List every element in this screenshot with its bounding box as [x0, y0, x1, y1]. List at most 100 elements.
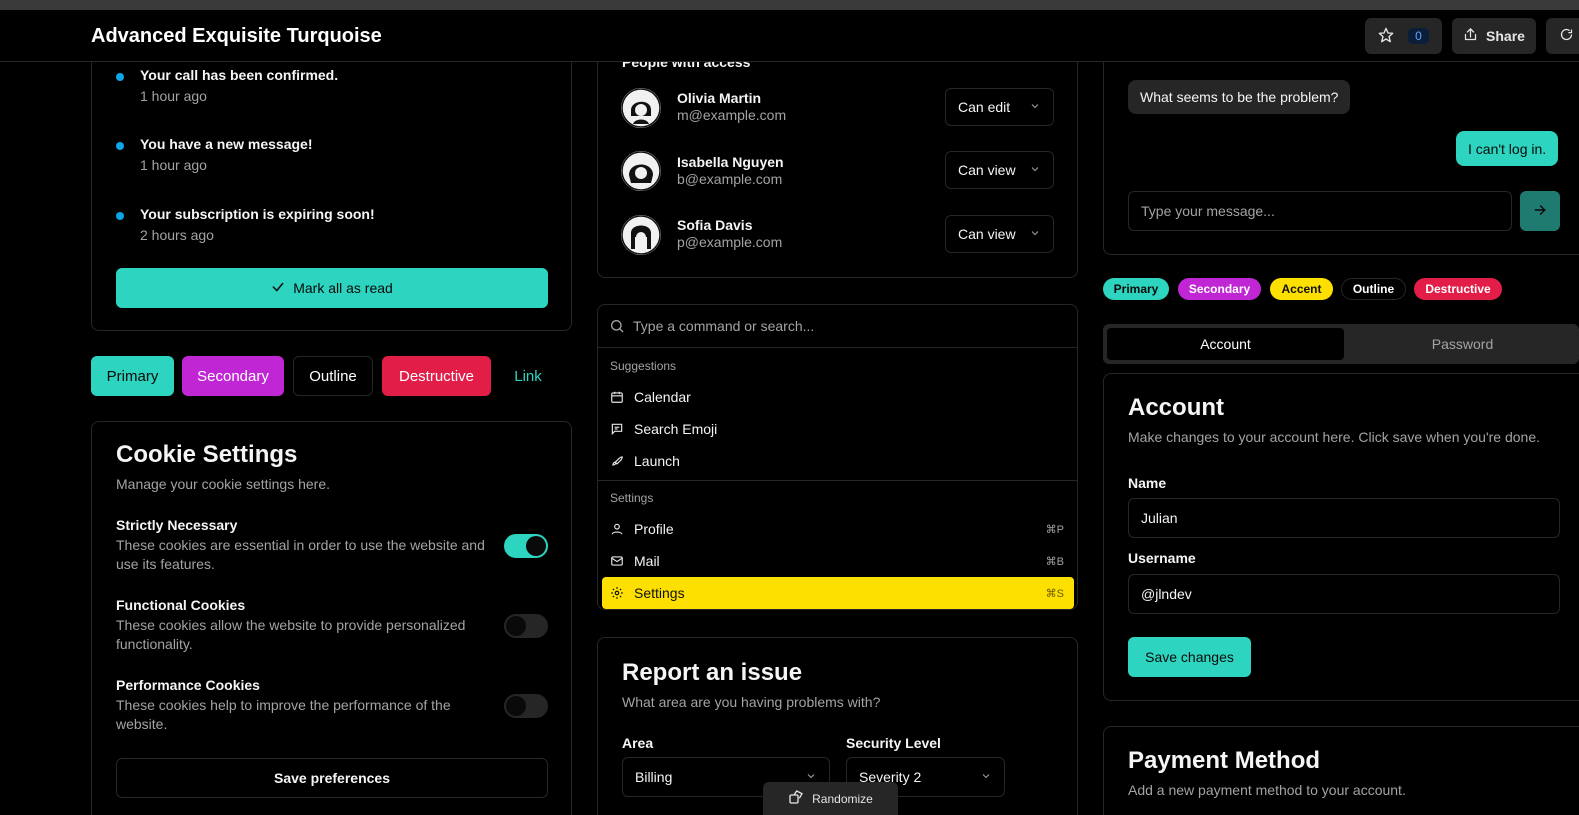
outgoing-message: I can't log in. [1456, 131, 1559, 166]
command-item-mail[interactable]: Mail ⌘B [602, 545, 1074, 577]
primary-badge: Primary [1103, 278, 1169, 300]
cookie-option-description: These cookies are essential in order to … [116, 537, 485, 572]
destructive-button[interactable]: Destructive [382, 356, 491, 396]
cookie-option-title: Strictly Necessary [116, 517, 238, 533]
notification-time: 1 hour ago [140, 157, 207, 173]
incoming-message: What seems to be the problem? [1128, 80, 1351, 114]
tab-password[interactable]: Password [1344, 328, 1579, 360]
secondary-badge: Secondary [1178, 278, 1261, 300]
permission-select[interactable]: Can view [945, 151, 1054, 189]
randomize-button[interactable]: Randomize [763, 782, 898, 815]
chat-message-input[interactable]: Type your message... [1128, 191, 1512, 231]
person-name: Isabella Nguyen [677, 154, 784, 170]
secondary-button[interactable]: Secondary [182, 356, 284, 396]
shortcut-hint: ⌘S [1045, 587, 1064, 600]
rocket-icon [610, 454, 624, 468]
notification-title: You have a new message! [140, 136, 313, 152]
chevron-down-icon [1029, 99, 1041, 115]
message-icon [610, 422, 624, 436]
command-item-search-emoji[interactable]: Search Emoji [602, 413, 1074, 445]
save-changes-button[interactable]: Save changes [1128, 637, 1251, 677]
notification-title: Your call has been confirmed. [140, 67, 339, 83]
account-title: Account [1128, 394, 1224, 421]
cookie-settings-title: Cookie Settings [116, 441, 298, 468]
cookie-option-title: Performance Cookies [116, 677, 260, 693]
person-email: b@example.com [677, 171, 783, 187]
accent-badge: Accent [1270, 278, 1333, 300]
username-input[interactable]: @jlndev [1128, 574, 1560, 614]
notification-time: 2 hours ago [140, 227, 214, 243]
command-search-input[interactable] [633, 314, 1053, 338]
permission-value: Can view [958, 226, 1016, 242]
chevron-down-icon [1029, 226, 1041, 242]
dice-icon [788, 789, 804, 808]
command-search [597, 304, 1078, 348]
payment-method-subtitle: Add a new payment method to your account… [1128, 782, 1406, 798]
outline-badge: Outline [1341, 278, 1406, 300]
strictly-necessary-toggle[interactable] [504, 534, 548, 558]
report-issue-subtitle: What area are you having problems with? [622, 694, 881, 710]
page-title: Advanced Exquisite Turquoise [91, 25, 382, 47]
refresh-icon [1559, 27, 1574, 45]
chevron-down-icon [980, 769, 992, 785]
area-value: Billing [635, 769, 673, 785]
outline-button[interactable]: Outline [293, 356, 373, 396]
person-name: Olivia Martin [677, 90, 762, 106]
primary-button[interactable]: Primary [91, 356, 174, 396]
toggle-knob [506, 616, 526, 636]
functional-cookies-toggle[interactable] [504, 614, 548, 638]
avatar [621, 215, 661, 255]
share-button[interactable]: Share [1452, 18, 1536, 54]
star-button[interactable]: 0 [1365, 18, 1442, 54]
person-email: p@example.com [677, 234, 783, 250]
mark-all-read-button[interactable]: Mark all as read [116, 268, 548, 308]
name-label: Name [1128, 475, 1167, 491]
unread-dot [116, 73, 124, 81]
tab-account[interactable]: Account [1107, 328, 1344, 360]
person-email: m@example.com [677, 107, 787, 123]
permission-value: Can view [958, 162, 1016, 178]
permission-select[interactable]: Can edit [945, 88, 1054, 126]
cookie-option-description: These cookies help to improve the perfor… [116, 697, 451, 732]
check-icon [271, 280, 285, 297]
calendar-icon [610, 390, 624, 404]
command-divider [597, 480, 1078, 481]
send-button[interactable] [1520, 191, 1560, 231]
star-count-badge: 0 [1408, 28, 1429, 44]
performance-cookies-toggle[interactable] [504, 694, 548, 718]
cookie-settings-subtitle: Manage your cookie settings here. [116, 476, 331, 492]
unread-dot [116, 142, 124, 150]
name-input[interactable]: Julian [1128, 498, 1560, 538]
chevron-down-icon [1029, 162, 1041, 178]
notification-title: Your subscription is expiring soon! [140, 206, 375, 222]
command-item-label: Settings [634, 585, 685, 601]
arrow-right-icon [1533, 203, 1547, 220]
command-item-profile[interactable]: Profile ⌘P [602, 513, 1074, 545]
command-item-label: Search Emoji [634, 421, 718, 437]
link-button[interactable]: Link [500, 356, 556, 396]
command-item-label: Profile [634, 521, 674, 537]
toggle-knob [526, 536, 546, 556]
command-item-label: Mail [634, 553, 660, 569]
refresh-button[interactable] [1546, 18, 1579, 54]
star-icon [1378, 27, 1394, 46]
command-item-settings[interactable]: Settings ⌘S [602, 577, 1074, 609]
user-icon [610, 522, 624, 536]
unread-dot [116, 212, 124, 220]
share-icon [1463, 27, 1478, 45]
app-header: Advanced Exquisite Turquoise 0 Share [0, 10, 1579, 62]
suggestions-heading: Suggestions [610, 359, 677, 373]
shortcut-hint: ⌘B [1045, 555, 1064, 568]
permission-select[interactable]: Can view [945, 215, 1054, 253]
save-preferences-button[interactable]: Save preferences [116, 758, 548, 798]
mail-icon [610, 554, 624, 568]
command-item-launch[interactable]: Launch [602, 445, 1074, 477]
command-item-calendar[interactable]: Calendar [602, 381, 1074, 413]
randomize-label: Randomize [812, 791, 873, 806]
permission-value: Can edit [958, 99, 1011, 115]
avatar [621, 151, 661, 191]
report-issue-title: Report an issue [622, 659, 803, 686]
command-item-label: Calendar [634, 389, 691, 405]
search-icon [609, 318, 625, 337]
gear-icon [610, 586, 624, 600]
